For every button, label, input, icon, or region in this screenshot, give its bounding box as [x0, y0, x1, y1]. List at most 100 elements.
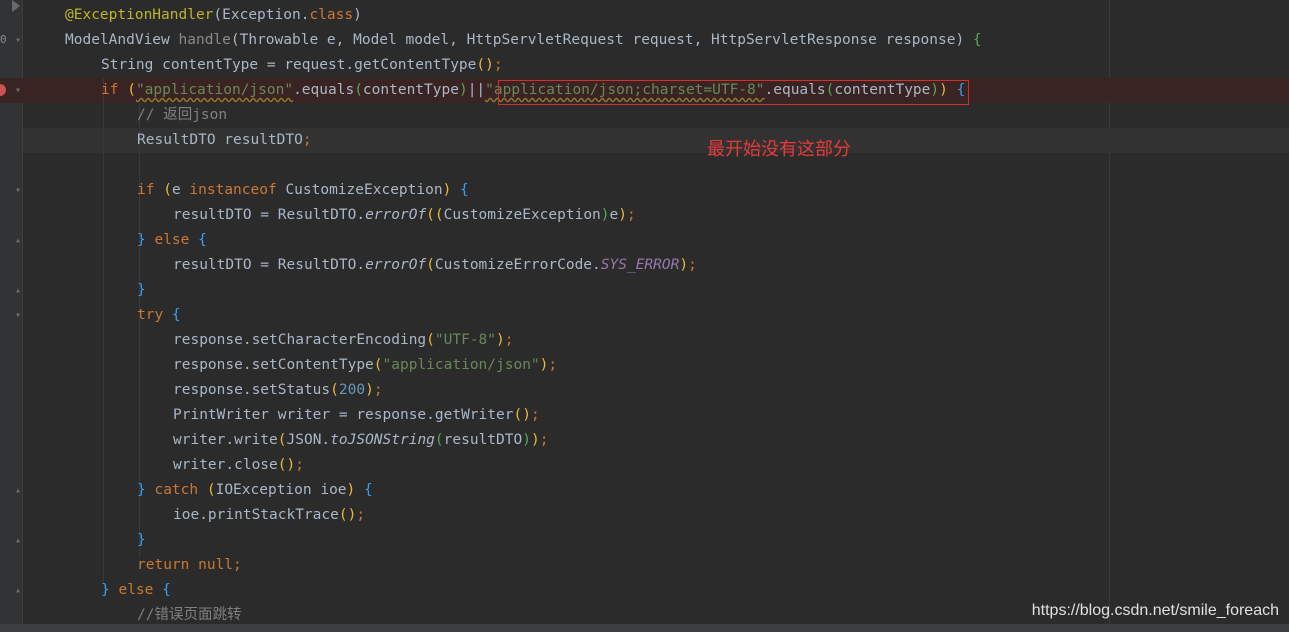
token: .equals	[293, 82, 355, 98]
token: if	[137, 182, 164, 198]
token: else	[118, 582, 163, 598]
token: ;	[493, 57, 503, 73]
code-line[interactable]: } catch (IOException ioe) {	[137, 478, 373, 503]
code-line[interactable]: try {	[137, 303, 181, 328]
code-line[interactable]: @ExceptionHandler(Exception.class)	[65, 3, 362, 28]
token: errorOf	[365, 207, 427, 223]
token: (	[373, 357, 383, 373]
fold-icon[interactable]: ▾	[15, 36, 25, 46]
code-line[interactable]: ResultDTO resultDTO;	[137, 128, 312, 153]
token: {	[355, 482, 373, 498]
token: ioe.printStackTrace	[173, 507, 339, 523]
fold-icon[interactable]: ▴	[15, 486, 25, 496]
highlight-box	[498, 80, 969, 105]
token: class	[309, 7, 354, 23]
token: {	[972, 32, 982, 48]
token: (	[330, 382, 339, 398]
code-line[interactable]: ModelAndView handle(Throwable e, Model m…	[65, 28, 982, 53]
code-line[interactable]: } else {	[137, 228, 207, 253]
fold-icon[interactable]: ▾	[15, 86, 25, 96]
code-line[interactable]: response.setContentType("application/jso…	[173, 353, 557, 378]
token: resultDTO	[443, 432, 523, 448]
token: )	[530, 432, 540, 448]
token: return null	[137, 557, 234, 573]
token: if	[101, 82, 128, 98]
token: @ExceptionHandler	[65, 7, 214, 23]
token: e	[171, 182, 190, 198]
token: ()	[476, 57, 494, 73]
fold-icon[interactable]: ▴	[15, 586, 25, 596]
fold-icon[interactable]: ▾	[15, 311, 25, 321]
token: }	[101, 582, 119, 598]
token: (	[163, 182, 172, 198]
fold-icon[interactable]: ▾	[15, 186, 25, 196]
token: e	[609, 207, 619, 223]
horizontal-scrollbar[interactable]	[0, 624, 1289, 632]
token: JSON.	[286, 432, 331, 448]
code-line[interactable]: ioe.printStackTrace();	[173, 503, 365, 528]
token: ()	[513, 407, 531, 423]
fold-icon[interactable]: ▴	[15, 286, 25, 296]
code-line[interactable]: if (e instanceof CustomizeException) {	[137, 178, 469, 203]
token: (	[277, 432, 287, 448]
token: )	[442, 182, 452, 198]
code-line[interactable]: } else {	[101, 578, 171, 603]
annotation-note: 最开始没有这部分	[707, 139, 851, 160]
code-line[interactable]: String contentType = request.getContentT…	[101, 53, 503, 78]
token: contentType	[362, 82, 459, 98]
token: "application/json"	[135, 82, 294, 98]
token: }	[137, 282, 146, 298]
token: ()	[277, 457, 296, 473]
token: {	[451, 182, 469, 198]
code-line[interactable]: writer.write(JSON.toJSONString(resultDTO…	[173, 428, 548, 453]
token: {	[162, 582, 171, 598]
code-line[interactable]: response.setStatus(200);	[173, 378, 383, 403]
token: ;	[356, 507, 366, 523]
token: ;	[302, 132, 312, 148]
token: )	[522, 432, 531, 448]
token: IOException ioe	[215, 482, 347, 498]
token: (	[206, 482, 216, 498]
token: handle	[178, 32, 231, 48]
token: ;	[626, 207, 636, 223]
code-line[interactable]: response.setCharacterEncoding("UTF-8");	[173, 328, 513, 353]
token: instanceof	[189, 182, 286, 198]
token: (	[127, 82, 136, 98]
token: }	[137, 532, 146, 548]
fold-icon[interactable]: ▴	[15, 536, 25, 546]
code-line[interactable]: }	[137, 528, 146, 553]
token: ResultDTO resultDTO	[137, 132, 303, 148]
token: CustomizeException	[443, 207, 601, 223]
token: response.setStatus	[173, 382, 331, 398]
token: )	[353, 7, 362, 23]
code-line[interactable]: writer.close();	[173, 453, 304, 478]
token: )	[679, 257, 689, 273]
token: ;	[233, 557, 242, 573]
token: )	[618, 207, 627, 223]
token: CustomizeException	[285, 182, 443, 198]
fold-icon[interactable]: ▴	[15, 236, 25, 246]
code-line[interactable]: resultDTO = ResultDTO.errorOf((Customize…	[173, 203, 636, 228]
fold-marker-icon[interactable]	[12, 0, 20, 12]
code-line[interactable]: return null;	[137, 553, 242, 578]
token: response.setCharacterEncoding	[173, 332, 427, 348]
token: (	[434, 432, 444, 448]
token: )	[365, 382, 374, 398]
token: ;	[295, 457, 304, 473]
token: ()	[338, 507, 357, 523]
token: try	[137, 307, 172, 323]
watermark: https://blog.csdn.net/smile_foreach	[1031, 602, 1279, 619]
token: ;	[504, 332, 514, 348]
code-line[interactable]: PrintWriter writer = response.getWriter(…	[173, 403, 540, 428]
token: toJSONString	[330, 432, 435, 448]
token: PrintWriter writer = response.getWriter	[173, 407, 514, 423]
code-line[interactable]: }	[137, 278, 146, 303]
token: ModelAndView	[65, 32, 179, 48]
code-line[interactable]: // 返回json	[137, 103, 227, 128]
token: CustomizeErrorCode.	[434, 257, 601, 273]
code-line[interactable]: resultDTO = ResultDTO.errorOf(CustomizeE…	[173, 253, 697, 278]
token: {	[198, 232, 207, 248]
token: 200	[338, 382, 366, 398]
token: )	[600, 207, 610, 223]
token: (Throwable e, Model model, HttpServletRe…	[230, 32, 973, 48]
